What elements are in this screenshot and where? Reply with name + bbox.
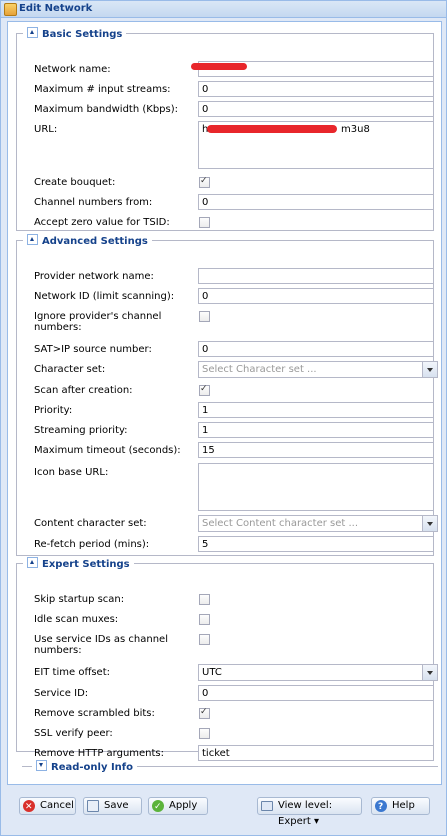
expert-settings-section: Expert Settings Skip startup scan: Idle …: [16, 557, 438, 761]
network-id-input[interactable]: [198, 288, 434, 304]
chevron-down-icon[interactable]: [422, 516, 437, 531]
view-level-button[interactable]: View level: Expert ▾: [257, 797, 362, 827]
max-bandwidth-label: Maximum bandwidth (Kbps):: [34, 104, 178, 115]
ssl-verify-peer-label: SSL verify peer:: [34, 728, 113, 739]
idle-scan-muxes-label: Idle scan muxes:: [34, 614, 119, 625]
ssl-verify-peer-checkbox[interactable]: [199, 728, 210, 739]
basic-settings-title: Basic Settings: [42, 29, 123, 40]
character-set-select[interactable]: Select Character set ...: [198, 361, 438, 378]
save-button[interactable]: Save: [83, 797, 142, 815]
view-icon: [261, 801, 273, 811]
character-set-label: Character set:: [34, 364, 106, 375]
collapse-icon[interactable]: [27, 557, 38, 568]
use-service-ids-checkbox[interactable]: [199, 634, 210, 645]
window-title: Edit Network: [19, 3, 93, 14]
icon-base-url-label: Icon base URL:: [34, 467, 109, 478]
remove-http-args-label: Remove HTTP arguments:: [34, 748, 165, 759]
chevron-down-icon[interactable]: [422, 362, 437, 377]
content-charset-placeholder: Select Content character set ...: [202, 518, 359, 529]
network-icon: [4, 3, 17, 16]
skip-startup-scan-checkbox[interactable]: [199, 594, 210, 605]
priority-label: Priority:: [34, 405, 73, 416]
advanced-settings-title: Advanced Settings: [42, 236, 148, 247]
form-body: Basic Settings Network name: Maximum # i…: [7, 21, 442, 785]
readonly-info-title: Read-only Info: [51, 762, 134, 773]
advanced-settings-section: Advanced Settings Provider network name:…: [16, 234, 438, 556]
content-charset-label: Content character set:: [34, 518, 147, 529]
redaction-mark: [207, 125, 337, 133]
readonly-info-legend[interactable]: Read-only Info: [32, 760, 138, 773]
satip-source-label: SAT>IP source number:: [34, 344, 152, 355]
basic-settings-section: Basic Settings Network name: Maximum # i…: [16, 27, 434, 231]
remove-http-args-input[interactable]: [198, 745, 434, 761]
button-bar: Cancel Save Apply View level: Expert ▾ H…: [7, 785, 442, 827]
accept-zero-tsid-checkbox[interactable]: [199, 217, 210, 228]
expert-settings-legend[interactable]: Expert Settings: [23, 557, 134, 570]
collapse-icon[interactable]: [27, 27, 38, 38]
url-value-end: m3u8: [341, 124, 370, 135]
streaming-priority-input[interactable]: [198, 422, 434, 438]
cancel-icon: [23, 799, 35, 815]
satip-source-input[interactable]: [198, 341, 434, 357]
create-bouquet-label: Create bouquet:: [34, 177, 116, 188]
redaction-mark: [191, 63, 247, 70]
max-input-streams-label: Maximum # input streams:: [34, 84, 171, 95]
service-id-input[interactable]: [198, 685, 434, 701]
remove-scrambled-bits-checkbox[interactable]: [199, 707, 210, 719]
chevron-down-icon[interactable]: [422, 665, 437, 680]
save-label: Save: [104, 800, 129, 811]
service-id-label: Service ID:: [34, 688, 89, 699]
provider-network-name-label: Provider network name:: [34, 271, 154, 282]
eit-time-offset-value: UTC: [202, 667, 222, 678]
priority-input[interactable]: [198, 402, 434, 418]
create-bouquet-checkbox[interactable]: [199, 176, 210, 188]
ignore-channel-numbers-label: Ignore provider's channel numbers:: [34, 311, 162, 333]
collapse-icon[interactable]: [27, 234, 38, 245]
save-icon: [87, 800, 99, 812]
accept-zero-tsid-label: Accept zero value for TSID:: [34, 217, 170, 228]
idle-scan-muxes-checkbox[interactable]: [199, 614, 210, 625]
channel-numbers-from-label: Channel numbers from:: [34, 197, 153, 208]
refetch-period-label: Re-fetch period (mins):: [34, 539, 150, 550]
apply-label: Apply: [169, 800, 198, 811]
max-input-streams-input[interactable]: [198, 81, 434, 97]
scan-after-creation-checkbox[interactable]: [199, 384, 210, 396]
network-id-label: Network ID (limit scanning):: [34, 291, 175, 302]
expert-settings-title: Expert Settings: [42, 559, 130, 570]
edit-network-window: Edit Network Basic Settings Network name…: [0, 0, 447, 836]
advanced-settings-legend[interactable]: Advanced Settings: [23, 234, 152, 247]
max-timeout-label: Maximum timeout (seconds):: [34, 445, 181, 456]
help-label: Help: [392, 800, 415, 811]
max-bandwidth-input[interactable]: [198, 101, 434, 117]
channel-numbers-from-input[interactable]: [198, 194, 434, 210]
help-button[interactable]: Help: [371, 797, 430, 815]
remove-scrambled-bits-label: Remove scrambled bits:: [34, 708, 155, 719]
content-charset-select[interactable]: Select Content character set ...: [198, 515, 438, 532]
provider-network-name-input[interactable]: [198, 268, 434, 284]
streaming-priority-label: Streaming priority:: [34, 425, 128, 436]
skip-startup-scan-label: Skip startup scan:: [34, 594, 125, 605]
cancel-label: Cancel: [40, 800, 74, 811]
eit-time-offset-select[interactable]: UTC: [198, 664, 438, 681]
title-bar[interactable]: Edit Network: [1, 1, 446, 18]
character-set-placeholder: Select Character set ...: [202, 364, 317, 375]
ignore-channel-numbers-checkbox[interactable]: [199, 311, 210, 322]
refetch-period-input[interactable]: [198, 536, 434, 552]
view-level-label: View level: Expert ▾: [278, 800, 333, 827]
help-icon: [375, 799, 387, 815]
expand-icon[interactable]: [36, 760, 47, 771]
url-label: URL:: [34, 124, 58, 135]
basic-settings-legend[interactable]: Basic Settings: [23, 27, 126, 40]
apply-button[interactable]: Apply: [148, 797, 208, 815]
apply-icon: [152, 799, 164, 815]
max-timeout-input[interactable]: [198, 442, 434, 458]
use-service-ids-label: Use service IDs as channel numbers:: [34, 634, 168, 656]
scan-after-creation-label: Scan after creation:: [34, 385, 133, 396]
icon-base-url-textarea[interactable]: [198, 463, 434, 511]
eit-time-offset-label: EIT time offset:: [34, 667, 110, 678]
cancel-button[interactable]: Cancel: [19, 797, 76, 815]
network-name-label: Network name:: [34, 64, 111, 75]
